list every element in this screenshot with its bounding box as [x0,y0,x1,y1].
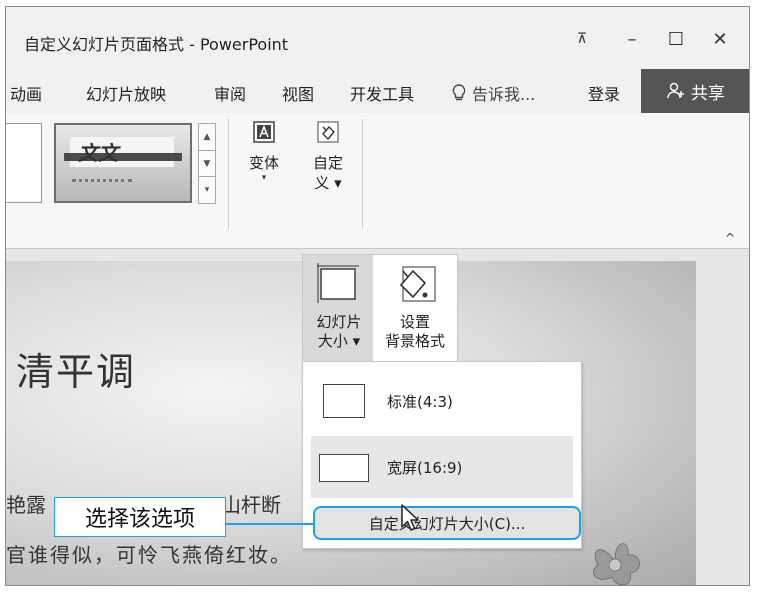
variant-label: 变体 [248,154,279,172]
variant-icon [251,119,277,145]
gallery-down-button[interactable]: ▼ [198,149,216,178]
tab-review[interactable]: 审阅 [214,81,246,105]
minimize-button[interactable]: – [618,25,646,53]
gallery-more-button[interactable]: ▾ [198,176,216,205]
instruction-callout: 选择该选项 [54,497,226,537]
poem-line-2: 官谁得似，可怜飞燕倚红妆。 [6,543,292,567]
gallery-up-button[interactable]: ▲ [198,123,216,151]
lightbulb-icon [452,84,466,101]
title-bar: 自定义幻灯片页面格式 - PowerPoint ⊼ – ☐ ✕ [6,7,749,69]
format-background-label: 设置 背景格式 [384,313,445,350]
collapse-ribbon-icon[interactable]: ^ [725,231,735,245]
chevron-down-icon: ▾ [261,173,267,183]
standard-4-3-option[interactable]: 标准(4:3) [311,370,573,432]
tab-view[interactable]: 视图 [282,81,314,105]
slide-size-button[interactable]: 幻灯片 大小 ▾ 设置 背景格式 [302,254,458,363]
design-ribbon: 文文 ▲ ▼ ▾ 变体 ▾ 自定 义 ▾ ^ [6,113,749,249]
variants-button[interactable]: 变体 ▾ [234,119,294,183]
customize-button[interactable]: 自定 义 ▾ [298,119,358,193]
share-button[interactable]: 共享 [641,69,749,113]
poem-line-1-left: 艳露 [6,493,46,517]
flower-decoration-icon [593,543,640,585]
powerpoint-window: 自定义幻灯片页面格式 - PowerPoint ⊼ – ☐ ✕ 动画 幻灯片放映… [5,6,750,586]
callout-pointer-line [226,523,314,525]
slide-title: 清平调 [16,350,137,394]
share-label: 共享 [691,83,725,104]
tab-animations[interactable]: 动画 [10,81,42,105]
variant-thumbnail[interactable] [6,123,42,203]
variant-thumbnail-selected[interactable]: 文文 [54,123,192,203]
person-add-icon [667,82,684,99]
widescreen-aspect-icon [319,454,369,482]
format-background-large-icon [399,266,436,302]
slide-size-icon [317,263,359,303]
standard-aspect-icon [323,384,365,418]
close-button[interactable]: ✕ [706,25,734,53]
sign-in-link[interactable]: 登录 [588,81,620,105]
tab-slideshow[interactable]: 幻灯片放映 [86,81,166,105]
slide-size-dropdown: 标准(4:3) 宽屏(16:9) 自定义幻灯片大小(C)... [302,361,582,549]
slide-size-label: 幻灯片 大小 ▾ [316,313,362,350]
window-title: 自定义幻灯片页面格式 - PowerPoint [24,35,289,54]
tell-me-label: 告诉我... [472,85,536,104]
widescreen-16-9-option[interactable]: 宽屏(16:9) [311,436,573,498]
mouse-cursor-icon [401,504,419,531]
custom-slide-size-option[interactable]: 自定义幻灯片大小(C)... [313,506,581,540]
ribbon-tabs: 动画 幻灯片放映 审阅 视图 开发工具 告诉我... 登录 共享 [6,69,749,113]
ribbon-display-options-icon[interactable]: ⊼ [568,25,596,53]
variant-gallery-scroll: ▲ ▼ ▾ [198,123,216,205]
poem-line-1-right: 山杆断 [221,493,281,517]
tab-developer[interactable]: 开发工具 [350,81,414,105]
format-background-icon [315,119,341,145]
tell-me-search[interactable]: 告诉我... [452,81,535,105]
theme-preview-text: 文文 [78,141,118,165]
customize-label: 自定 义 ▾ [312,154,343,192]
maximize-button[interactable]: ☐ [662,25,690,53]
